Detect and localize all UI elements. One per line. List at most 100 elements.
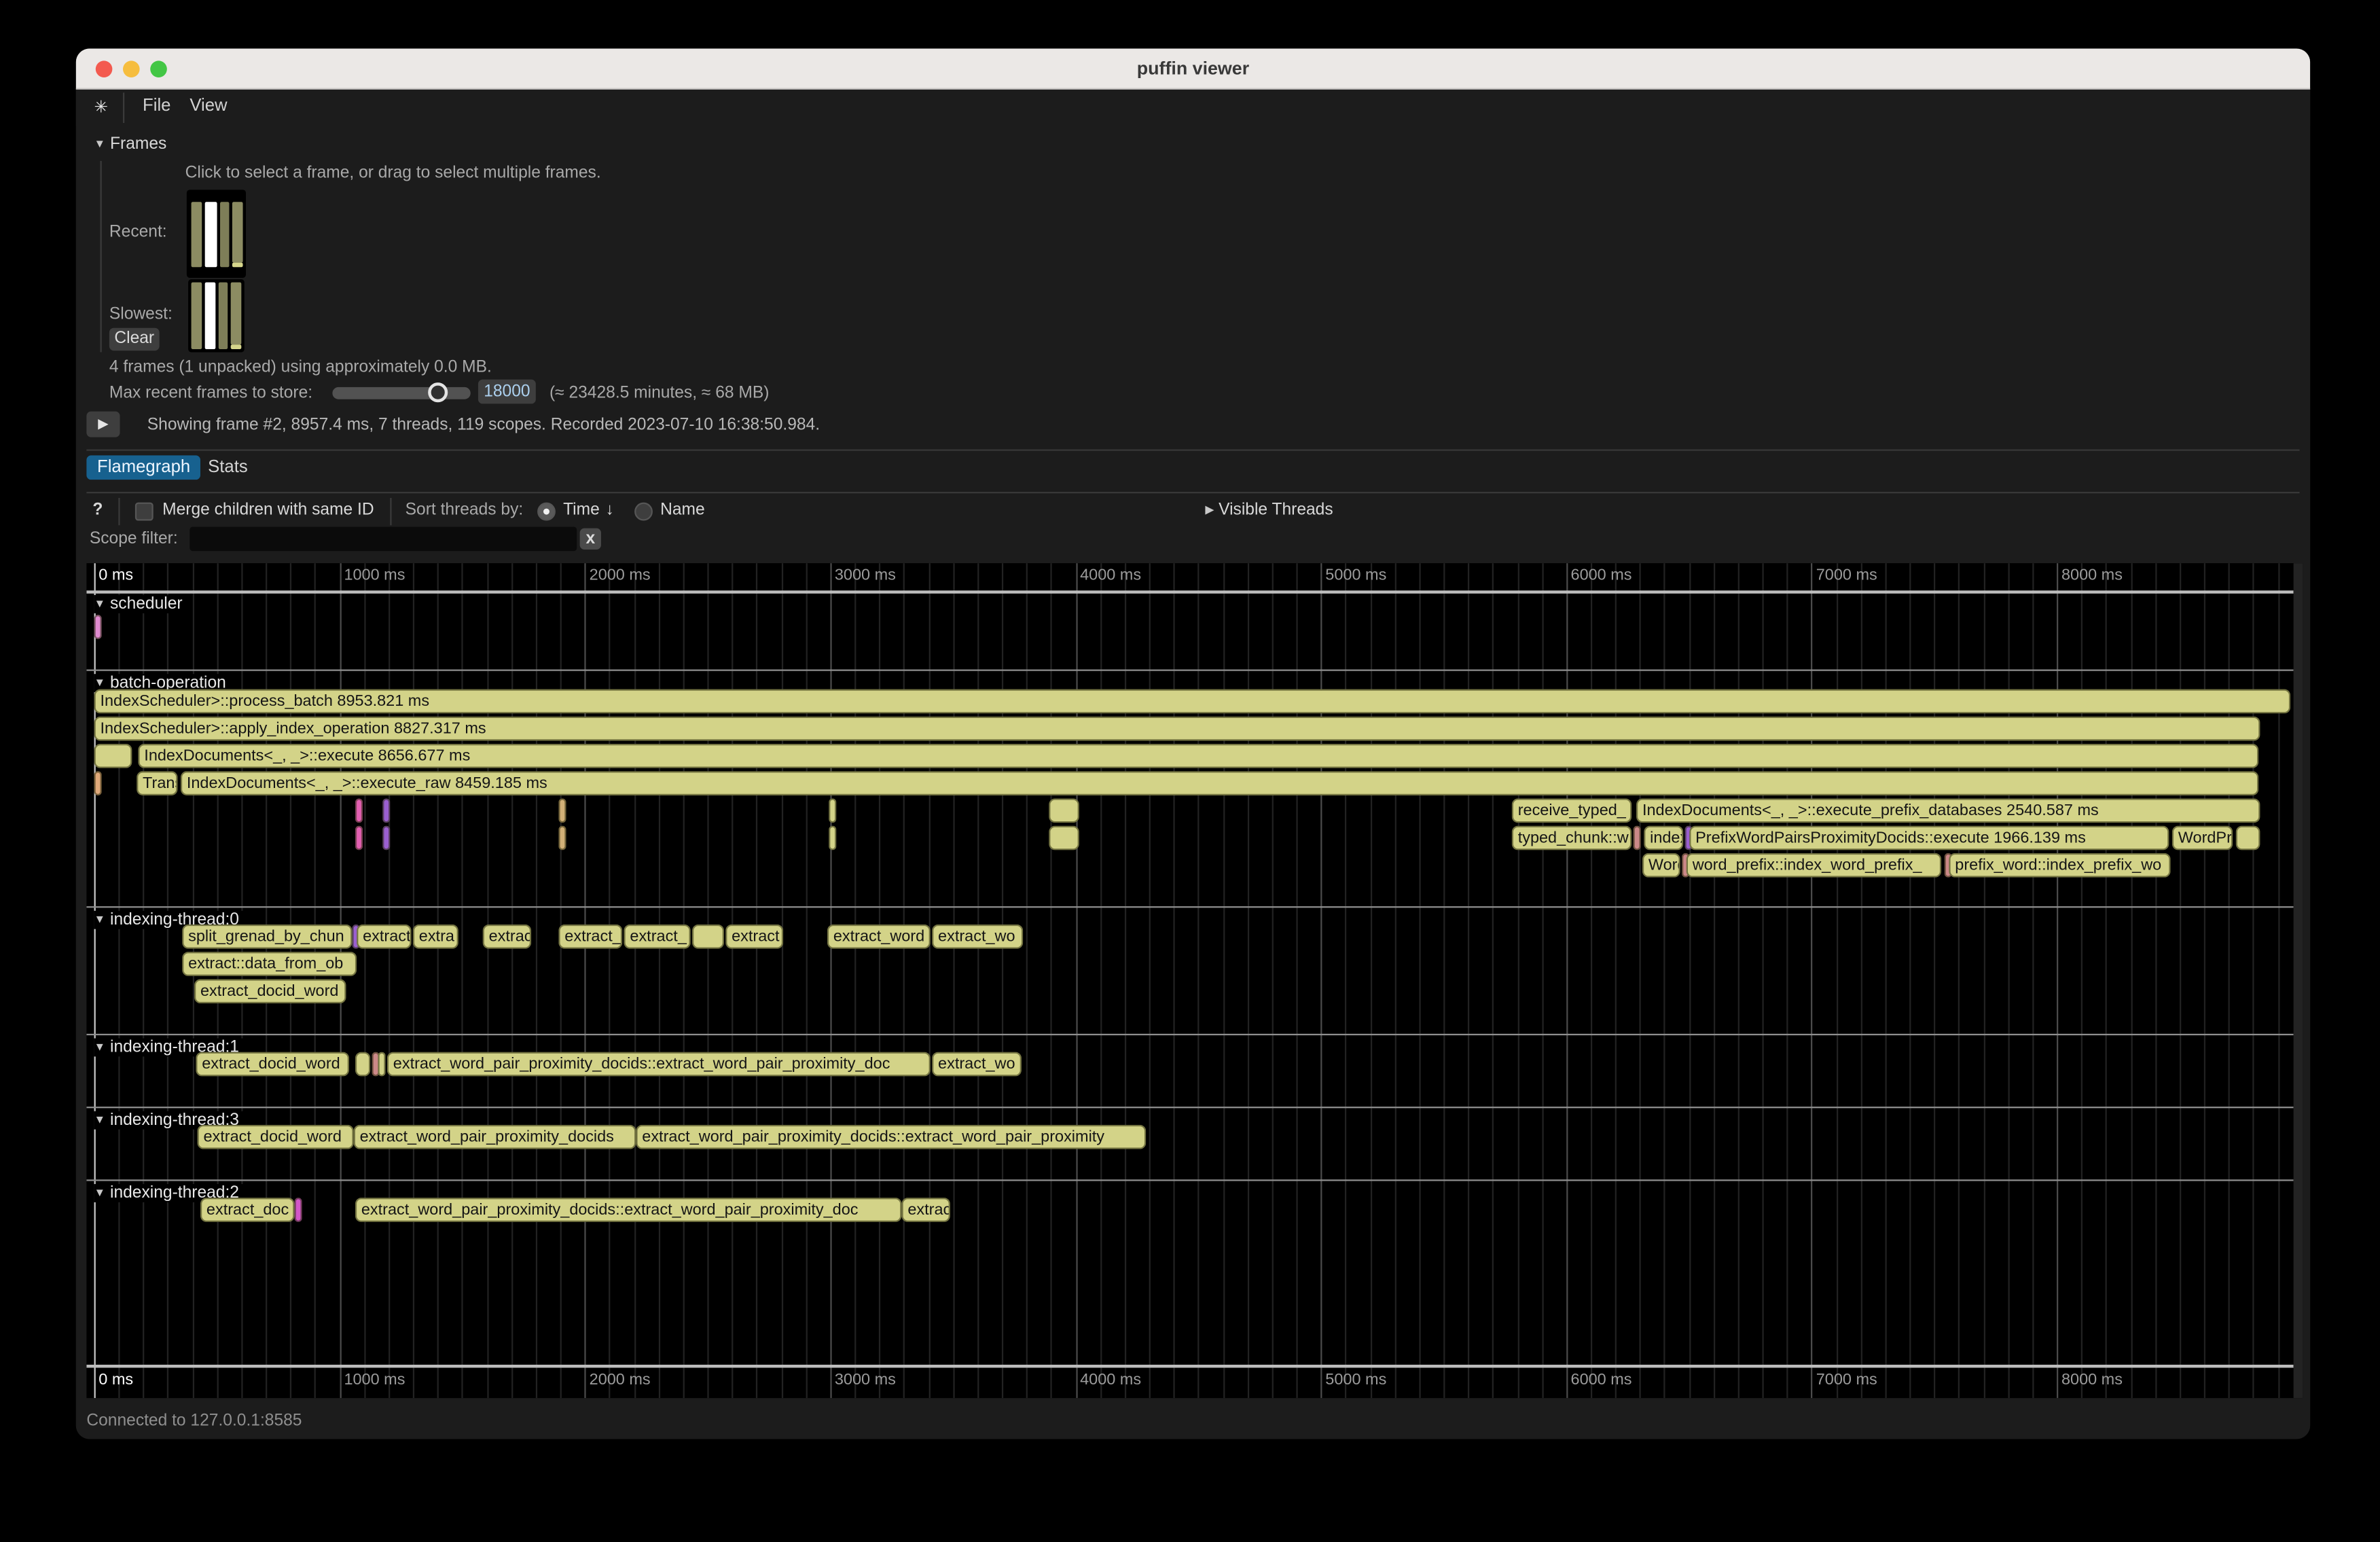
sort-by-name-radio[interactable] bbox=[634, 503, 653, 521]
showing-frame-text: Showing frame #2, 8957.4 ms, 7 threads, … bbox=[147, 416, 820, 434]
menu-view[interactable]: View bbox=[190, 97, 227, 115]
scope-bar-sliver[interactable] bbox=[558, 826, 566, 850]
tab-flamegraph[interactable]: Flamegraph bbox=[86, 455, 200, 480]
scope-bar-sliver[interactable] bbox=[382, 798, 390, 823]
scope-bar[interactable]: PrefixWordPairsProximityDocids::execute … bbox=[1689, 826, 2169, 850]
screen: puffin viewer ✳ File View ▼ Frames Click… bbox=[0, 0, 2380, 1542]
scope-bar[interactable]: typed_chunk::w bbox=[1512, 826, 1632, 850]
scope-bar[interactable]: IndexDocuments<_, _>::execute_raw 8459.1… bbox=[181, 771, 2258, 795]
frame-thumbnail-bar[interactable] bbox=[220, 202, 229, 267]
frame-thumbnail-bar[interactable] bbox=[232, 263, 243, 268]
flamegraph-canvas[interactable]: 0 ms0 ms1000 ms1000 ms2000 ms2000 ms3000… bbox=[86, 563, 2303, 1398]
frame-thumbnail-bar[interactable] bbox=[231, 344, 242, 349]
scope-bar-sliver[interactable] bbox=[355, 798, 363, 823]
scope-bar[interactable]: IndexScheduler>::process_batch 8953.821 … bbox=[94, 689, 2291, 714]
scope-bar[interactable]: Word bbox=[1642, 853, 1680, 878]
scope-bar[interactable]: extract::data_from_ob bbox=[182, 952, 357, 976]
gridline bbox=[854, 563, 856, 1398]
scope-bar[interactable]: extract_word_pair_proximity_docids::extr… bbox=[636, 1125, 1146, 1149]
frame-thumbnail-bar-selected[interactable] bbox=[205, 283, 216, 349]
scope-bar[interactable]: split_grenad_by_chun bbox=[182, 925, 352, 949]
scope-bar-sliver[interactable] bbox=[94, 615, 102, 639]
merge-children-checkbox[interactable] bbox=[135, 503, 154, 521]
scope-bar-sliver[interactable] bbox=[378, 1052, 385, 1077]
scope-bar[interactable]: extract_word_pair_proximity_docids::extr… bbox=[387, 1052, 931, 1077]
gridline bbox=[1714, 563, 1715, 1398]
gridline bbox=[1591, 563, 1592, 1398]
axis-tick-label: 5000 ms bbox=[1325, 1371, 1386, 1389]
scope-bar[interactable]: word_prefix::index_word_prefix_ bbox=[1687, 853, 1941, 878]
flamegraph-scrollbar[interactable] bbox=[2294, 563, 2303, 1398]
scope-bar[interactable]: extract_ bbox=[624, 925, 690, 949]
max-frames-slider[interactable] bbox=[332, 387, 470, 399]
visible-threads-header[interactable]: ▶ Visible Threads bbox=[1205, 501, 1333, 519]
scope-bar-sliver[interactable] bbox=[1049, 826, 1079, 850]
scope-bar[interactable]: extract_wo bbox=[932, 1052, 1022, 1077]
scope-bar-sliver[interactable] bbox=[829, 826, 836, 850]
scope-bar[interactable]: extract_doc bbox=[200, 1198, 295, 1222]
scope-bar[interactable]: extract bbox=[725, 925, 783, 949]
scope-bar[interactable]: extract_docid_word bbox=[194, 979, 346, 1003]
scope-bar[interactable]: extract_word bbox=[827, 925, 931, 949]
frames-stats-text: 4 frames (1 unpacked) using approximatel… bbox=[109, 358, 492, 376]
scope-bar-sliver[interactable] bbox=[94, 771, 102, 795]
scope-bar[interactable]: extract bbox=[357, 925, 411, 949]
collapse-triangle-icon: ▼ bbox=[94, 1185, 106, 1199]
menu-file[interactable]: File bbox=[143, 97, 170, 115]
scope-bar[interactable]: prefix_word::index_prefix_wo bbox=[1949, 853, 2170, 878]
scope-bar[interactable]: extract_docid_word bbox=[196, 1052, 349, 1077]
clear-frames-button[interactable]: Clear bbox=[109, 328, 160, 351]
scope-bar[interactable]: extract_ bbox=[558, 925, 622, 949]
scope-bar-sliver[interactable] bbox=[355, 826, 363, 850]
thread-group-header[interactable]: ▼ scheduler bbox=[94, 595, 189, 613]
scope-bar[interactable]: IndexDocuments<_, _>::execute_prefix_dat… bbox=[1636, 798, 2260, 823]
frames-section-header[interactable]: ▼ Frames bbox=[94, 135, 167, 154]
scope-bar[interactable]: extrac bbox=[901, 1198, 950, 1222]
max-frames-slider-knob[interactable] bbox=[428, 382, 448, 402]
scope-bar[interactable]: receive_typed_ bbox=[1512, 798, 1632, 823]
scope-bar-sliver[interactable] bbox=[829, 798, 836, 823]
max-frames-value[interactable]: 18000 bbox=[478, 380, 536, 404]
theme-toggle-icon[interactable]: ✳ bbox=[94, 97, 109, 117]
scope-bar-sliver[interactable] bbox=[2236, 826, 2260, 850]
frame-thumbnail-bar[interactable] bbox=[192, 202, 202, 267]
scope-bar[interactable]: extract_wo bbox=[932, 925, 1023, 949]
axis-tick-label: 1000 ms bbox=[344, 1371, 405, 1389]
scope-bar[interactable]: extra bbox=[413, 925, 458, 949]
scope-bar[interactable]: extract_word_pair_proximity_docids::extr… bbox=[355, 1198, 901, 1222]
slowest-frames-thumbnail[interactable] bbox=[188, 279, 245, 352]
scope-bar[interactable]: IndexDocuments<_, _>::execute 8656.677 m… bbox=[138, 744, 2258, 768]
sort-direction-arrow-icon[interactable]: ↓ bbox=[606, 501, 614, 519]
sort-by-time-label: Time bbox=[563, 501, 600, 519]
scope-bar-sliver[interactable] bbox=[1049, 798, 1079, 823]
frame-thumbnail-bar[interactable] bbox=[231, 283, 242, 345]
scope-bar-sliver[interactable] bbox=[94, 744, 132, 768]
frame-thumbnail-bar[interactable] bbox=[192, 283, 202, 349]
axis-tick-label: 7000 ms bbox=[1816, 1371, 1877, 1389]
recent-frames-thumbnail[interactable] bbox=[187, 190, 246, 278]
scope-bar-sliver[interactable] bbox=[355, 1052, 370, 1077]
sort-by-time-radio[interactable] bbox=[537, 503, 556, 521]
scope-bar-sliver[interactable] bbox=[692, 925, 724, 949]
scope-bar-sliver[interactable] bbox=[558, 798, 566, 823]
scope-bar[interactable]: WordPr bbox=[2172, 826, 2233, 850]
clear-filter-button[interactable]: x bbox=[580, 528, 601, 550]
gridline bbox=[1443, 563, 1445, 1398]
frame-thumbnail-bar[interactable] bbox=[219, 283, 228, 349]
sort-by-name-label: Name bbox=[660, 501, 705, 519]
help-button[interactable]: ? bbox=[92, 501, 103, 519]
scope-bar[interactable]: IndexScheduler>::apply_index_operation 8… bbox=[94, 717, 2260, 741]
scope-bar-sliver[interactable] bbox=[382, 826, 390, 850]
scope-bar[interactable]: extrac bbox=[483, 925, 532, 949]
scope-bar[interactable]: extract_docid_word bbox=[198, 1125, 354, 1149]
scope-bar[interactable]: extract_word_pair_proximity_docids bbox=[354, 1125, 636, 1149]
frame-thumbnail-bar[interactable] bbox=[232, 202, 243, 262]
play-button[interactable]: ▶ bbox=[86, 412, 120, 437]
scope-bar-sliver[interactable] bbox=[295, 1198, 302, 1222]
scope-bar[interactable]: index bbox=[1644, 826, 1683, 850]
scope-filter-input[interactable] bbox=[190, 526, 577, 551]
tab-stats[interactable]: Stats bbox=[198, 455, 259, 480]
scope-bar[interactable]: Trans bbox=[137, 771, 177, 795]
frame-thumbnail-bar-selected[interactable] bbox=[205, 202, 217, 267]
scope-bar-sliver[interactable] bbox=[1634, 826, 1641, 850]
